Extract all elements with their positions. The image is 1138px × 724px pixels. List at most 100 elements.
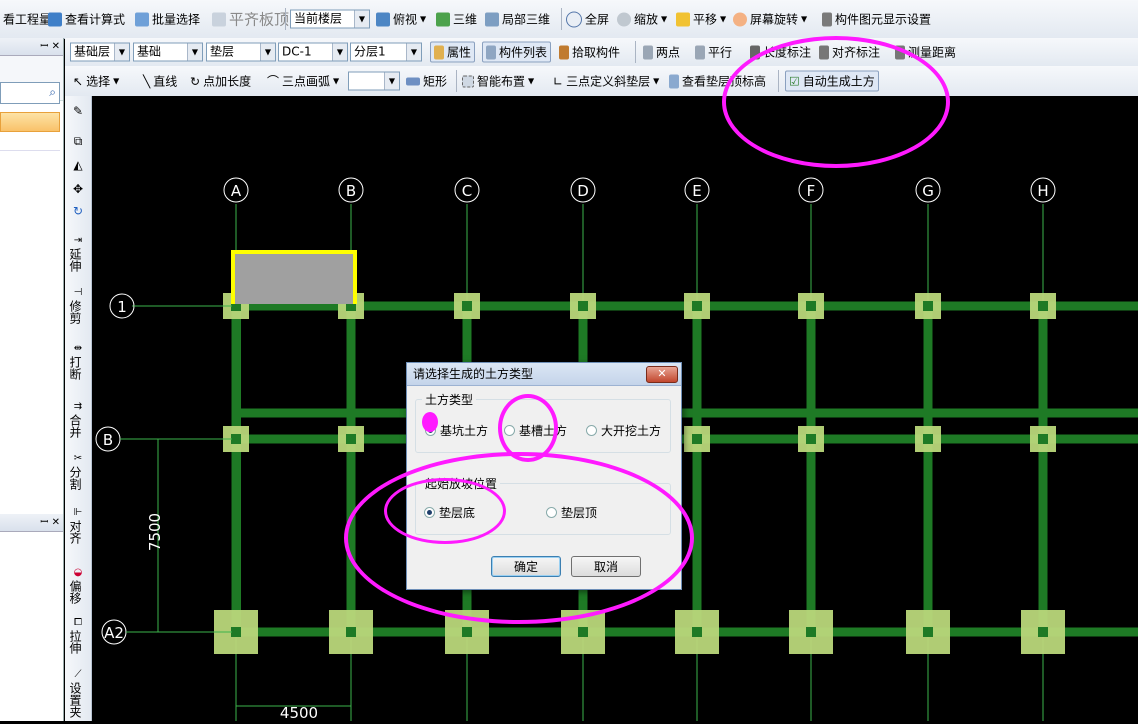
properties-icon (434, 45, 444, 59)
brush-icon[interactable]: ✎ (68, 104, 88, 118)
close-icon[interactable]: ✕ (52, 517, 60, 528)
mirror-icon[interactable]: ◭ (68, 158, 88, 172)
zoom-icon (617, 12, 631, 26)
stretch-button[interactable]: ⧠ 拉伸 (68, 616, 88, 654)
pin-icon[interactable]: ꟷ (40, 41, 48, 52)
rotate-icon[interactable]: ↻ (68, 204, 88, 218)
dimension-label-vertical: 7500 (146, 513, 164, 551)
fullscreen-icon (566, 11, 582, 27)
close-icon[interactable]: ✕ (52, 41, 60, 52)
smart-layout-icon (462, 75, 474, 87)
beam-vertical (923, 302, 933, 636)
screen-rotate-button[interactable]: 屏幕旋转 ▼ (733, 11, 807, 28)
copy-icon[interactable]: ⧉ (68, 134, 88, 148)
view-formula-button[interactable]: 查看计算式 (48, 11, 125, 28)
local-3d-button[interactable]: 局部三维 (485, 11, 550, 28)
level-slab-top-button[interactable]: 平齐板顶 (212, 9, 289, 30)
arc-option-combo[interactable]: ▼ (348, 71, 400, 91)
close-icon: ✕ (657, 367, 667, 380)
set-grip-button[interactable]: ⟋ 设置夹 (68, 668, 88, 718)
chevron-down-icon: ▼ (187, 43, 202, 61)
align-button[interactable]: ⊩ 对齐 (68, 506, 88, 544)
top-view-button[interactable]: 俯视 ▼ (376, 11, 426, 28)
selected-tree-item[interactable] (0, 112, 60, 132)
column (923, 301, 933, 311)
rectangle-button[interactable]: 矩形 (406, 73, 447, 90)
axis-label: D (577, 182, 589, 200)
properties-button[interactable]: 属性 (430, 41, 476, 63)
grid-icon (643, 45, 653, 59)
batch-select-button[interactable]: 批量选择 (135, 11, 200, 28)
axis-label: A2 (104, 624, 124, 642)
dialog-close-button[interactable]: ✕ (646, 366, 678, 383)
element-name-combo[interactable]: DC-1 ▼ (278, 42, 348, 62)
column (1038, 434, 1048, 444)
point-length-button[interactable]: ↻ 点加长度 (190, 73, 251, 90)
three-point-slope-button[interactable]: ∟ 三点定义斜垫层 ▼ (553, 73, 659, 90)
axis-label: B (346, 182, 356, 200)
slope-icon: ∟ (553, 74, 564, 88)
column (692, 434, 702, 444)
line-icon: ╲ (143, 74, 151, 88)
rotate-icon (733, 12, 747, 26)
property-toolbar: 基础层 ▼ 基础 ▼ 垫层 ▼ DC-1 ▼ 分层1 ▼ 属性 构件列表 拾取构件 两点 … (65, 38, 1138, 67)
pin-icon[interactable]: ꟷ (40, 517, 48, 528)
column (923, 434, 933, 444)
axis-label: E (692, 182, 701, 200)
column (578, 301, 588, 311)
axis-label: G (922, 182, 934, 200)
selected-cushion (233, 252, 355, 304)
offset-button[interactable]: ◒ 偏移 (68, 566, 88, 604)
column (231, 434, 241, 444)
floor-type-combo[interactable]: 基础层 ▼ (70, 42, 130, 62)
axis-label: C (462, 182, 472, 200)
select-button[interactable]: ↖ 选择 ▼ (73, 73, 119, 90)
merge-button[interactable]: ⇉ 合并 (68, 400, 88, 438)
chevron-down-icon: ▼ (114, 43, 129, 61)
chevron-down-icon: ▼ (406, 43, 421, 61)
left-panel-header-2: ꟷ ✕ (0, 514, 63, 532)
3d-icon (436, 12, 450, 26)
trim-button[interactable]: ⊣ 修剪 (68, 286, 88, 324)
beam-vertical (232, 302, 241, 636)
beam-vertical (346, 302, 356, 636)
chevron-down-icon: ▼ (354, 10, 369, 28)
category-combo[interactable]: 基础 ▼ (133, 42, 203, 62)
fullscreen-button[interactable]: 全屏 (566, 11, 609, 28)
column (923, 627, 933, 637)
3d-button[interactable]: 三维 (436, 11, 477, 28)
layer-combo[interactable]: 分层1 ▼ (350, 42, 422, 62)
view-quantity-button[interactable]: 看工程量 (0, 11, 51, 28)
annotation-dot (422, 412, 438, 432)
radio-excavation-earthwork[interactable]: 大开挖土方 (586, 422, 661, 439)
line-button[interactable]: ╲ 直线 (143, 73, 177, 90)
search-icon[interactable]: ⌕ (49, 85, 56, 100)
three-point-arc-button[interactable]: ⌒ 三点画弧 ▼ (267, 73, 339, 90)
split-button[interactable]: ✂ 分割 (68, 452, 88, 490)
pan-button[interactable]: 平移 ▼ (676, 11, 726, 28)
hand-icon (676, 12, 690, 26)
pick-component-button[interactable]: 拾取构件 (559, 44, 620, 61)
current-floor-combo[interactable]: 当前楼层 ▼ (290, 9, 370, 29)
axis-label: B (103, 431, 113, 449)
pick-icon (559, 45, 569, 59)
column (806, 301, 816, 311)
axis-label: H (1037, 182, 1048, 200)
component-list-button[interactable]: 构件列表 (482, 41, 552, 63)
tree-item[interactable] (0, 132, 60, 151)
column (806, 434, 816, 444)
cursor-icon: ↖ (73, 74, 84, 88)
break-button[interactable]: ⇹ 打断 (68, 342, 88, 380)
extend-button[interactable]: ⇥ 延伸 (68, 234, 88, 272)
move-icon[interactable]: ✥ (68, 182, 88, 196)
two-point-button[interactable]: 两点 (643, 44, 680, 61)
annotation-ellipse (344, 452, 694, 624)
element-type-combo[interactable]: 垫层 ▼ (206, 42, 276, 62)
search-input[interactable]: ⌕ (0, 82, 60, 104)
zoom-button[interactable]: 缩放 ▼ (617, 11, 667, 28)
smart-layout-button[interactable]: 智能布置 ▼ (462, 73, 534, 90)
axis-label: 1 (117, 298, 127, 316)
parallel-button[interactable]: 平行 (695, 44, 732, 61)
element-display-settings-button[interactable]: 构件图元显示设置 (822, 11, 931, 28)
annotation-ellipse (722, 36, 950, 168)
